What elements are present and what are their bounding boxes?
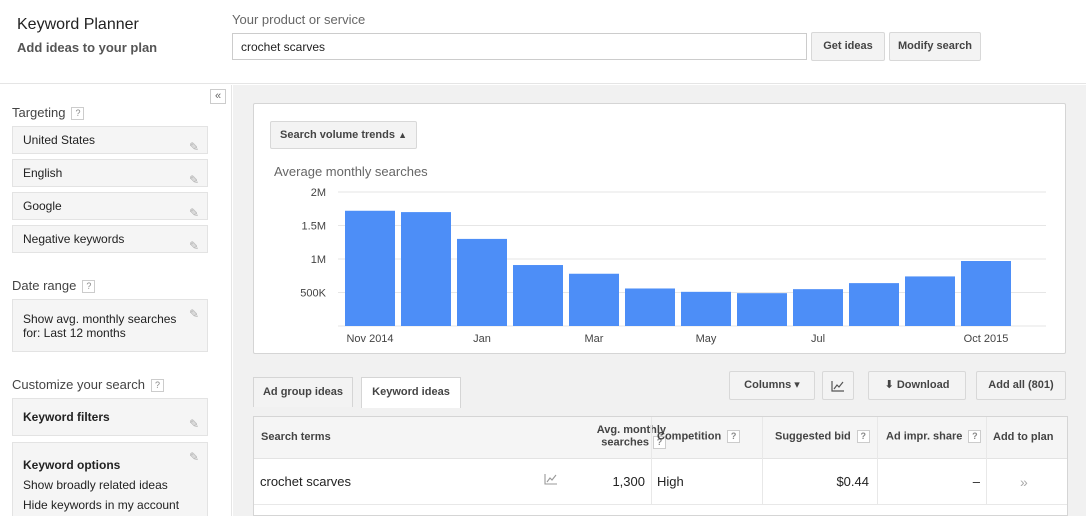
sidebar: « Targeting? United States ✎ English ✎ Goo…: [0, 85, 232, 516]
product-label: Your product or service: [232, 12, 366, 27]
app-title: Keyword Planner: [17, 16, 139, 33]
product-search-input[interactable]: [232, 33, 807, 60]
row-avg-monthly: 1,300: [612, 474, 645, 489]
trend-sparkline-icon[interactable]: [544, 473, 558, 488]
chart-bar[interactable]: [737, 293, 787, 326]
line-chart-icon: [831, 381, 844, 392]
chart-panel: Search volume trends ▲ Average monthly se…: [253, 103, 1066, 354]
pencil-icon[interactable]: ✎: [189, 233, 199, 259]
row-competition: High: [657, 474, 684, 489]
columns-button[interactable]: Columns ▾: [729, 371, 815, 400]
targeting-location[interactable]: United States ✎: [12, 126, 208, 154]
targeting-language[interactable]: English ✎: [12, 159, 208, 187]
dropdown-arrow-icon: ▾: [794, 379, 800, 391]
row-suggested-bid: $0.44: [836, 474, 869, 489]
header: Keyword Planner Add ideas to your plan Y…: [0, 0, 1086, 84]
tab-ad-group-ideas[interactable]: Ad group ideas: [253, 377, 353, 407]
chart-bar[interactable]: [345, 210, 395, 326]
x-tick-label: Jul: [811, 333, 825, 345]
chart-bar[interactable]: [681, 291, 731, 326]
download-icon: ⬇: [884, 379, 894, 391]
chart-bar[interactable]: [401, 212, 451, 326]
get-ideas-button[interactable]: Get ideas: [811, 32, 885, 61]
targeting-title: Targeting?: [12, 105, 85, 121]
add-all-button[interactable]: Add all (801): [976, 371, 1066, 400]
chart-bar[interactable]: [793, 289, 843, 326]
keyword-table: Search terms Avg. monthly searches? Comp…: [253, 416, 1068, 516]
col-avg-monthly-line1: Avg. monthly: [596, 424, 666, 436]
help-icon[interactable]: ?: [727, 430, 741, 443]
y-tick-label: 1.5M: [302, 221, 326, 233]
y-tick-label: 500K: [300, 288, 326, 300]
pencil-icon[interactable]: ✎: [189, 406, 199, 442]
x-tick-label: May: [696, 333, 717, 345]
help-icon[interactable]: ?: [71, 107, 85, 121]
chart-bar[interactable]: [457, 238, 507, 326]
app-subtitle: Add ideas to your plan: [17, 40, 158, 55]
row-ad-impr-share: –: [972, 474, 980, 489]
col-avg-monthly[interactable]: Avg. monthly searches?: [574, 424, 666, 449]
chart-bar[interactable]: [905, 276, 955, 326]
keyword-options-line2: Hide keywords in my account: [23, 498, 180, 512]
keyword-options-title: Keyword options: [23, 458, 121, 472]
table-row: crochet scarves 1,300 High $0.44 – »: [254, 459, 1067, 505]
add-to-plan-icon[interactable]: »: [1020, 474, 1028, 490]
targeting-network[interactable]: Google ✎: [12, 192, 208, 220]
help-icon[interactable]: ?: [856, 430, 870, 443]
col-search-terms[interactable]: Search terms: [261, 431, 331, 443]
col-ad-impr-share[interactable]: Ad impr. share?: [886, 430, 982, 443]
col-competition[interactable]: Competition?: [657, 430, 741, 443]
y-tick-label: 1M: [311, 254, 326, 266]
chart-bar[interactable]: [849, 283, 899, 326]
table-header: Search terms Avg. monthly searches? Comp…: [254, 417, 1067, 459]
pencil-icon[interactable]: ✎: [189, 167, 199, 193]
keyword-filters-label: Keyword filters: [23, 410, 110, 424]
collapse-sidebar-icon[interactable]: «: [210, 89, 226, 104]
help-icon[interactable]: ?: [968, 430, 982, 443]
pencil-icon[interactable]: ✎: [189, 450, 199, 464]
pencil-icon[interactable]: ✎: [189, 200, 199, 226]
y-tick-label: 2M: [311, 187, 326, 199]
targeting-negative-keywords[interactable]: Negative keywords ✎: [12, 225, 208, 253]
date-range-line2: for: Last 12 months: [23, 326, 126, 340]
chart-bar[interactable]: [569, 273, 619, 326]
keyword-options-line1: Show broadly related ideas: [23, 478, 168, 492]
line-chart-icon: [544, 474, 557, 485]
date-range-title: Date range?: [12, 278, 96, 294]
col-suggested-bid[interactable]: Suggested bid?: [775, 430, 870, 443]
row-term: crochet scarves: [260, 474, 352, 489]
date-range-box[interactable]: Show avg. monthly searches for: Last 12 …: [12, 299, 208, 352]
col-avg-monthly-line2: searches?: [574, 436, 666, 449]
pencil-icon[interactable]: ✎: [189, 307, 199, 321]
pencil-icon[interactable]: ✎: [189, 134, 199, 160]
chart-bar[interactable]: [513, 265, 563, 326]
keyword-filters-box[interactable]: Keyword filters ✎: [12, 398, 208, 436]
x-tick-label: Jan: [473, 333, 491, 345]
help-icon[interactable]: ?: [82, 280, 96, 294]
x-tick-label: Oct 2015: [964, 333, 1009, 345]
x-tick-label: Mar: [585, 333, 604, 345]
main-content: Search volume trends ▲ Average monthly se…: [233, 85, 1086, 516]
x-tick-label: Nov 2014: [346, 333, 393, 345]
search-volume-chart: 500K 1M 1.5M 2M Nov 2014 Jan Mar May Jul Oct 2015: [300, 187, 1046, 345]
chart-toggle-icon[interactable]: [822, 371, 854, 400]
tab-keyword-ideas[interactable]: Keyword ideas: [361, 377, 461, 408]
col-add-to-plan: Add to plan: [993, 431, 1054, 443]
chart-bar[interactable]: [625, 288, 675, 326]
keyword-options-box[interactable]: Keyword options Show broadly related ide…: [12, 442, 208, 516]
help-icon[interactable]: ?: [150, 379, 164, 393]
customize-title: Customize your search?: [12, 377, 164, 393]
download-button[interactable]: ⬇ Download: [868, 371, 966, 400]
date-range-line1: Show avg. monthly searches: [23, 312, 177, 326]
modify-search-button[interactable]: Modify search: [889, 32, 981, 61]
chart-bar[interactable]: [961, 261, 1011, 326]
